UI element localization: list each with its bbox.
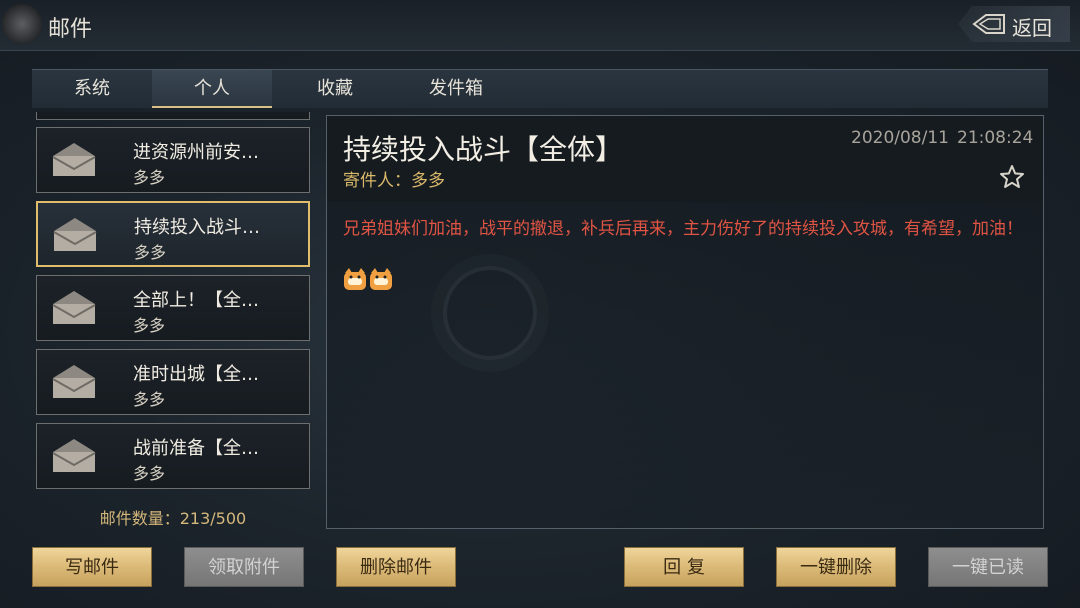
page-title: 邮件 xyxy=(48,17,93,42)
mail-detail-header: 持续投入战斗【全体】 2020/08/11 21:08:24 寄件人：多多 xyxy=(327,116,1043,202)
watermark-ring xyxy=(443,266,537,360)
mail-sender-line: 寄件人：多多 xyxy=(343,171,445,191)
mail-sender: 多多 xyxy=(133,316,166,335)
tab-bar: 系统 个人 收藏 发件箱 xyxy=(32,69,1048,108)
mail-list[interactable]: 进资源州前安… 多多 持续投入战斗… 多多 全部上！【全… 多多 准时出城【全…… xyxy=(36,112,312,494)
delete-mail-button[interactable]: 删除邮件 xyxy=(336,547,456,587)
mail-item-partial[interactable] xyxy=(36,112,310,120)
mail-subject: 全部上！【全… xyxy=(133,290,259,311)
mail-subject: 进资源州前安… xyxy=(133,142,259,163)
back-arrow-icon xyxy=(972,14,1005,34)
tab-system[interactable]: 系统 xyxy=(32,70,152,108)
back-label: 返回 xyxy=(1012,16,1052,40)
mail-sender: 多多 xyxy=(133,390,166,409)
mail-item[interactable]: 战前准备【全… 多多 xyxy=(36,423,310,489)
mail-subject: 持续投入战斗… xyxy=(134,217,260,238)
mail-title: 持续投入战斗【全体】 xyxy=(343,133,624,166)
mail-item[interactable]: 全部上！【全… 多多 xyxy=(36,275,310,341)
delete-all-button[interactable]: 一键删除 xyxy=(776,547,896,587)
mail-sender: 多多 xyxy=(134,243,167,262)
mail-time: 21:08:24 xyxy=(957,128,1034,148)
mail-item[interactable]: 进资源州前安… 多多 xyxy=(36,127,310,193)
tab-outbox[interactable]: 发件箱 xyxy=(396,70,516,108)
mail-date: 2020/08/11 xyxy=(851,128,949,148)
mail-sender: 多多 xyxy=(133,464,166,483)
emblem-icon xyxy=(2,4,42,44)
mail-item-selected[interactable]: 持续投入战斗… 多多 xyxy=(36,201,310,267)
tiger-sticker-icon xyxy=(344,268,392,290)
envelope-open-icon xyxy=(52,143,96,176)
envelope-open-icon xyxy=(52,365,96,398)
envelope-open-icon xyxy=(53,218,97,251)
mail-sender: 多多 xyxy=(133,168,166,187)
mail-subject: 战前准备【全… xyxy=(133,438,259,459)
mail-count: 邮件数量：213/500 xyxy=(99,509,247,528)
envelope-open-icon xyxy=(52,439,96,472)
envelope-open-icon xyxy=(52,291,96,324)
claim-attachments-button[interactable]: 领取附件 xyxy=(184,547,304,587)
back-button[interactable]: 返回 xyxy=(958,6,1070,42)
favorite-star-icon[interactable] xyxy=(999,164,1025,190)
mark-all-read-button[interactable]: 一键已读 xyxy=(928,547,1048,587)
tab-personal[interactable]: 个人 xyxy=(152,70,272,108)
mail-detail-panel: 持续投入战斗【全体】 2020/08/11 21:08:24 寄件人：多多 兄弟… xyxy=(326,115,1044,529)
top-bar: 邮件 返回 xyxy=(0,0,1080,51)
mail-subject: 准时出城【全… xyxy=(133,364,259,385)
write-mail-button[interactable]: 写邮件 xyxy=(32,547,152,587)
mail-item[interactable]: 准时出城【全… 多多 xyxy=(36,349,310,415)
tab-favorites[interactable]: 收藏 xyxy=(275,70,395,108)
mail-body: 兄弟姐妹们加油，战平的撤退，补兵后再来，主力伤好了的持续投入攻城，有希望，加油！ xyxy=(343,219,1023,239)
reply-button[interactable]: 回 复 xyxy=(624,547,744,587)
